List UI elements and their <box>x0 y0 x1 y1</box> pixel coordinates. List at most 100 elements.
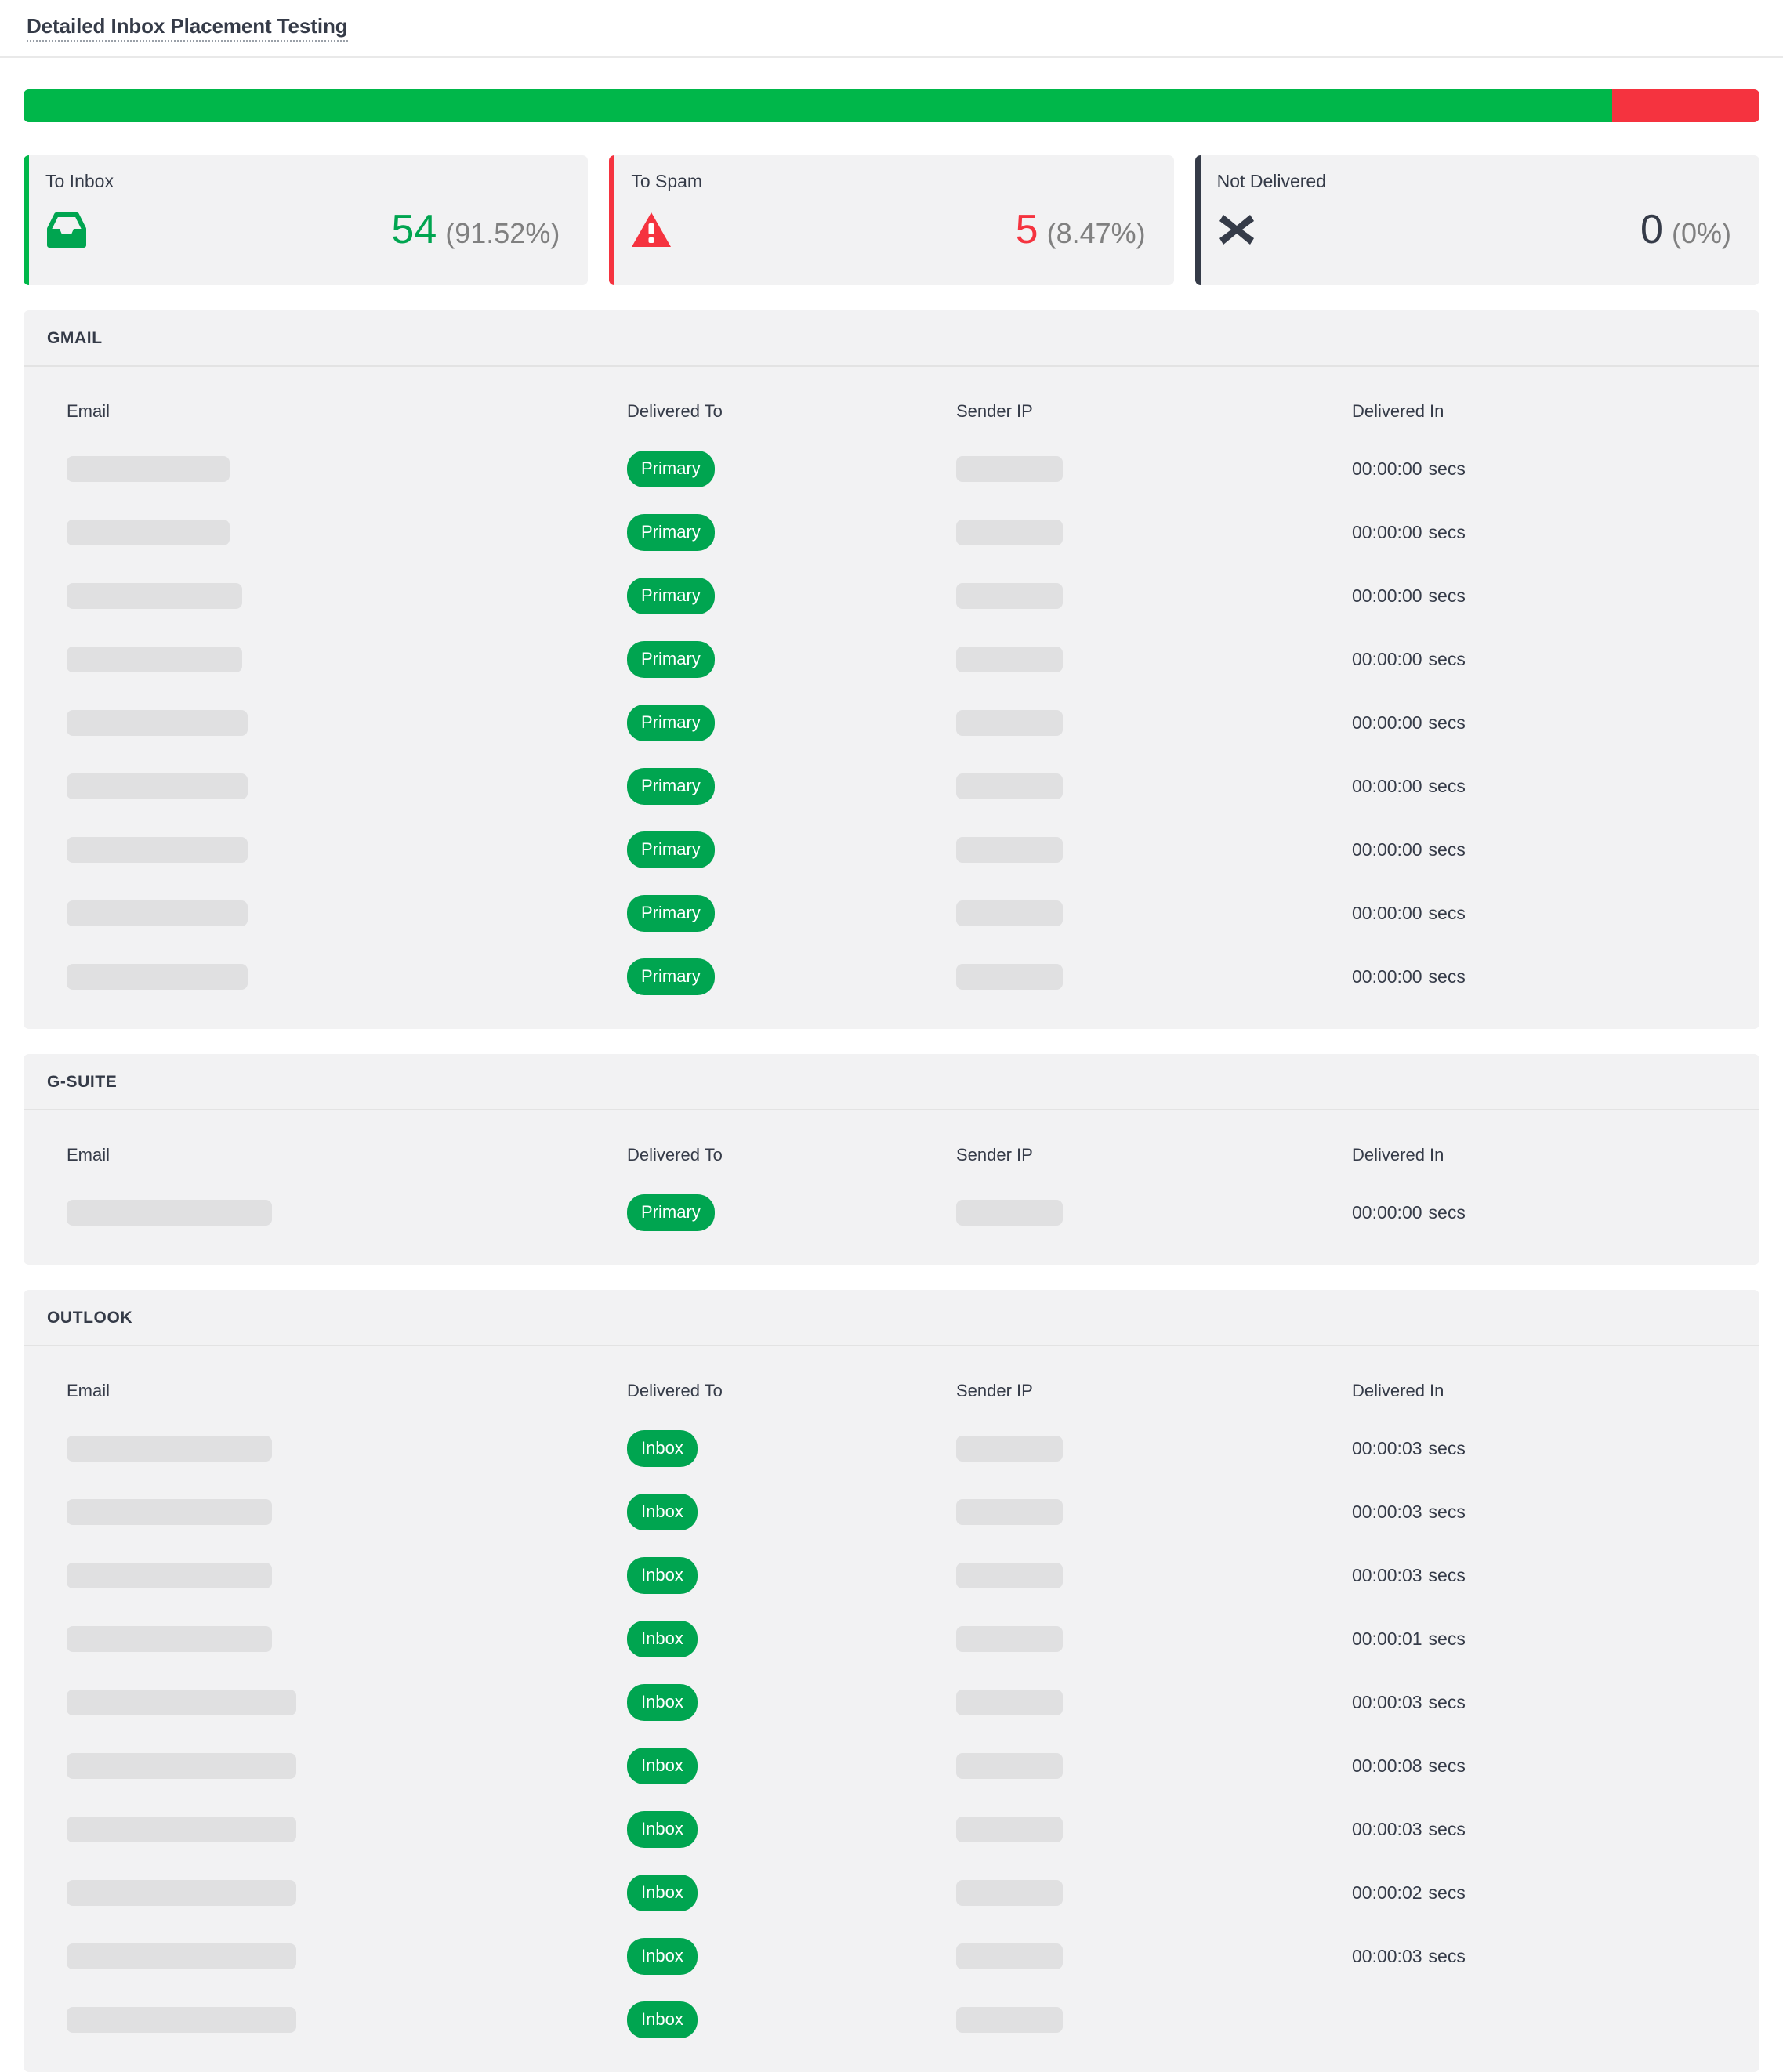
delivered-to-badge[interactable]: Inbox <box>627 1748 698 1784</box>
email-skeleton-placeholder <box>67 1499 272 1525</box>
delivered-to-badge[interactable]: Primary <box>627 514 715 551</box>
cell-sender-ip <box>956 1480 1352 1544</box>
delivered-in-unit: secs <box>1429 712 1466 733</box>
provider-body: EmailDelivered ToSender IPDelivered InPr… <box>24 1110 1759 1265</box>
cell-sender-ip <box>956 1417 1352 1480</box>
cell-delivered-to: Inbox <box>627 1861 956 1925</box>
delivered-in-value: 00:00:03 <box>1352 1946 1422 1966</box>
delivered-to-badge[interactable]: Primary <box>627 641 715 678</box>
summary-card-to-inbox: To Inbox 54 (91.52%) <box>24 155 588 285</box>
delivered-to-badge[interactable]: Inbox <box>627 1557 698 1594</box>
delivered-in-unit: secs <box>1429 1438 1466 1458</box>
cell-delivered-to: Inbox <box>627 1798 956 1861</box>
cell-sender-ip <box>956 628 1352 691</box>
column-header-delivered-to: Delivered To <box>627 1346 956 1417</box>
delivered-to-badge[interactable]: Primary <box>627 705 715 741</box>
cell-email <box>24 1480 627 1544</box>
email-skeleton-placeholder <box>67 773 248 799</box>
delivered-to-badge[interactable]: Inbox <box>627 2001 698 2038</box>
sender-ip-skeleton-placeholder <box>956 1499 1063 1525</box>
delivered-to-badge[interactable]: Inbox <box>627 1811 698 1848</box>
delivered-to-badge[interactable]: Inbox <box>627 1684 698 1721</box>
delivered-in-value: 00:00:01 <box>1352 1628 1422 1649</box>
delivered-in-unit: secs <box>1429 522 1466 542</box>
placement-table: EmailDelivered ToSender IPDelivered InPr… <box>24 1110 1759 1244</box>
delivered-to-badge[interactable]: Primary <box>627 831 715 868</box>
table-row: Primary 00:00:00secs <box>24 564 1759 628</box>
delivered-in-unit: secs <box>1429 1202 1466 1223</box>
column-header-delivered-in: Delivered In <box>1352 1110 1759 1181</box>
email-skeleton-placeholder <box>67 520 230 545</box>
table-row: Inbox00:00:02secs <box>24 1861 1759 1925</box>
cell-delivered-to: Inbox <box>627 1480 956 1544</box>
delivered-to-badge[interactable]: Inbox <box>627 1494 698 1530</box>
delivered-in-unit: secs <box>1429 1692 1466 1712</box>
cell-sender-ip <box>956 1925 1352 1988</box>
provider-section: GMAILEmailDelivered ToSender IPDelivered… <box>24 310 1759 1029</box>
delivered-to-badge[interactable]: Inbox <box>627 1430 698 1467</box>
progress-segment-spam <box>1612 89 1759 122</box>
email-skeleton-placeholder <box>67 1563 272 1588</box>
cell-delivered-to: Inbox <box>627 1544 956 1607</box>
cell-email <box>24 882 627 945</box>
sender-ip-skeleton-placeholder <box>956 456 1063 482</box>
delivered-to-badge[interactable]: Primary <box>627 1194 715 1231</box>
cell-delivered-to: Primary <box>627 628 956 691</box>
page-header: Detailed Inbox Placement Testing <box>0 0 1783 58</box>
delivered-in-value: 00:00:08 <box>1352 1755 1422 1776</box>
summary-card-count: 5 <box>1016 209 1038 250</box>
cell-sender-ip <box>956 691 1352 755</box>
delivered-in-unit: secs <box>1429 966 1466 987</box>
delivered-in-value: 00:00:00 <box>1352 522 1422 542</box>
delivered-to-badge[interactable]: Primary <box>627 451 715 487</box>
sender-ip-skeleton-placeholder <box>956 900 1063 926</box>
delivered-in-unit: secs <box>1429 1755 1466 1776</box>
cell-email <box>24 1988 627 2052</box>
delivered-to-badge[interactable]: Primary <box>627 958 715 995</box>
cell-delivered-in: 00:00:00secs <box>1352 437 1759 501</box>
sender-ip-skeleton-placeholder <box>956 1690 1063 1715</box>
summary-card-label: To Spam <box>631 172 1145 190</box>
table-row: Primary00:00:00secs <box>24 755 1759 818</box>
sender-ip-skeleton-placeholder <box>956 964 1063 990</box>
delivered-to-badge[interactable]: Primary <box>627 578 715 614</box>
cell-delivered-to: Inbox <box>627 1925 956 1988</box>
delivered-in-value: 00:00:00 <box>1352 839 1422 860</box>
column-header-delivered-to: Delivered To <box>627 1110 956 1181</box>
table-row: Primary 00:00:00secs <box>24 437 1759 501</box>
cell-email <box>24 1607 627 1671</box>
cell-sender-ip <box>956 1798 1352 1861</box>
delivered-to-badge[interactable]: Inbox <box>627 1621 698 1657</box>
sender-ip-skeleton-placeholder <box>956 773 1063 799</box>
email-skeleton-placeholder <box>67 1943 296 1969</box>
cell-email <box>24 1417 627 1480</box>
table-row: Primary00:00:00secs <box>24 818 1759 882</box>
delivered-in-value: 00:00:03 <box>1352 1819 1422 1839</box>
provider-sections: GMAILEmailDelivered ToSender IPDelivered… <box>0 310 1783 2072</box>
column-header-email: Email <box>24 1346 627 1417</box>
cell-email <box>24 1544 627 1607</box>
delivered-to-badge[interactable]: Primary <box>627 768 715 805</box>
column-header-delivered-in: Delivered In <box>1352 1346 1759 1417</box>
cell-delivered-in: 00:00:00secs <box>1352 564 1759 628</box>
delivered-in-unit: secs <box>1429 1501 1466 1522</box>
sender-ip-skeleton-placeholder <box>956 520 1063 545</box>
cell-delivered-in: 00:00:00secs <box>1352 691 1759 755</box>
delivered-in-value: 00:00:00 <box>1352 966 1422 987</box>
delivered-to-badge[interactable]: Inbox <box>627 1875 698 1911</box>
table-row: Primary 00:00:00secs <box>24 691 1759 755</box>
delivered-in-unit: secs <box>1429 1882 1466 1903</box>
table-row: Inbox00:00:03secs <box>24 1798 1759 1861</box>
table-row: Inbox00:00:03secs <box>24 1417 1759 1480</box>
delivered-in-value: 00:00:03 <box>1352 1692 1422 1712</box>
email-skeleton-placeholder <box>67 647 242 672</box>
delivered-in-value: 00:00:00 <box>1352 585 1422 606</box>
cell-delivered-in: 00:00:00 secs <box>1352 945 1759 1009</box>
email-skeleton-placeholder <box>67 900 248 926</box>
inbox-tray-icon <box>45 212 88 248</box>
table-header-row: EmailDelivered ToSender IPDelivered In <box>24 367 1759 437</box>
provider-body: EmailDelivered ToSender IPDelivered In Pr… <box>24 367 1759 1029</box>
provider-section: G-SUITEEmailDelivered ToSender IPDeliver… <box>24 1054 1759 1265</box>
delivered-to-badge[interactable]: Primary <box>627 895 715 932</box>
delivered-to-badge[interactable]: Inbox <box>627 1938 698 1975</box>
